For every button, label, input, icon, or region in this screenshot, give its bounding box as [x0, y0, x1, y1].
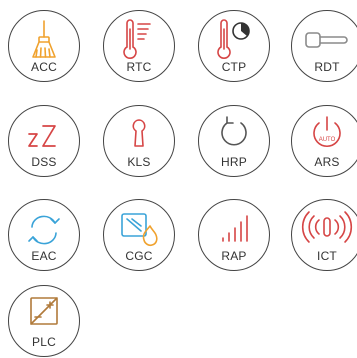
rtc-tile[interactable]: RTC: [103, 10, 175, 82]
ict-tile[interactable]: ICT: [291, 199, 357, 271]
ars-badge: AUTO: [319, 137, 336, 143]
hrp-tile[interactable]: HRP: [198, 105, 270, 177]
plc-tile[interactable]: PLC: [8, 285, 80, 357]
rap-label: RAP: [221, 249, 247, 263]
rtc-label: RTC: [126, 60, 152, 74]
acc-tile[interactable]: ACC: [8, 10, 80, 82]
eac-label: EAC: [31, 249, 57, 263]
acc-label: ACC: [31, 60, 57, 74]
hrp-label: HRP: [221, 155, 247, 169]
plc-label: PLC: [32, 335, 56, 349]
kls-label: KLS: [127, 155, 151, 169]
ctp-label: CTP: [221, 60, 247, 74]
cgc-label: CGC: [125, 249, 153, 263]
kls-tile[interactable]: KLS: [103, 105, 175, 177]
rdt-label: RDT: [314, 60, 340, 74]
ict-label: ICT: [317, 249, 337, 263]
dss-tile[interactable]: DSS: [8, 105, 80, 177]
ctp-tile[interactable]: CTP: [198, 10, 270, 82]
icon-grid: ACC RTC CTP RDT DSS KLS HRP AUTO ARS EAC…: [8, 10, 357, 357]
ars-label: ARS: [314, 155, 340, 169]
rdt-tile[interactable]: RDT: [291, 10, 357, 82]
dss-label: DSS: [31, 155, 57, 169]
ars-tile[interactable]: AUTO ARS: [291, 105, 357, 177]
eac-tile[interactable]: EAC: [8, 199, 80, 271]
rap-tile[interactable]: RAP: [198, 199, 270, 271]
cgc-tile[interactable]: CGC: [103, 199, 175, 271]
